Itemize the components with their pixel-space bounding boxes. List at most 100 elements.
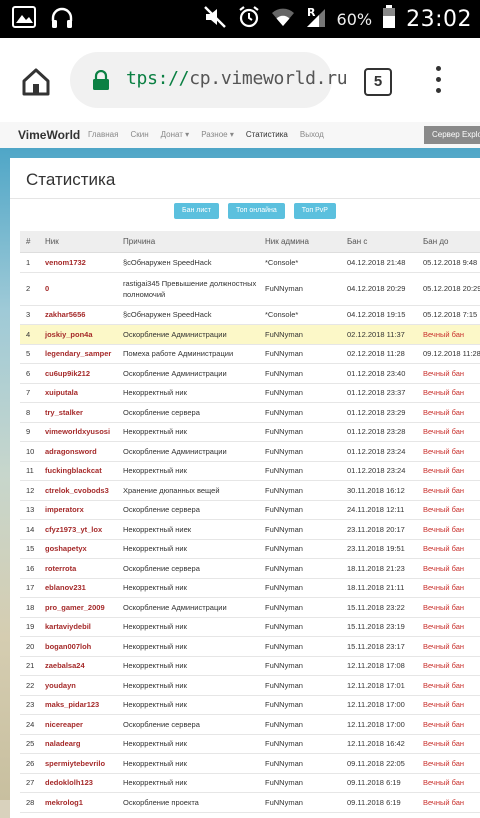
col-header-ban-from[interactable]: Бан с — [341, 231, 417, 253]
cell-ban-from: 02.12.2018 11:37 — [341, 324, 417, 345]
table-row: 23 maks_pidar123 Некорректный ник FuNNyman 1… — [20, 695, 480, 715]
cell-admin: FuNNyman — [259, 578, 341, 598]
cell-nick[interactable]: roterrota — [39, 558, 117, 579]
cell-nick[interactable]: mekrolog1 — [39, 792, 117, 813]
cell-nick[interactable]: fuckingblackcat — [39, 461, 117, 481]
table-row: 3 zakhar5656 §cОбнаружен SpeedHack *Console… — [20, 305, 480, 325]
cell-reason: Некорректный ник — [117, 695, 259, 715]
cell-ban-from: 02.12.2018 11:28 — [341, 344, 417, 364]
cell-nick[interactable]: zaebalsa24 — [39, 656, 117, 676]
cell-nick[interactable]: spermiytebevrilo — [39, 753, 117, 774]
col-header-ban-to[interactable]: Бан до — [417, 231, 480, 253]
overflow-menu-button[interactable] — [430, 66, 446, 96]
top-online-button[interactable]: Топ онлайна — [228, 203, 285, 219]
table-row: 26 spermiytebevrilo Некорректный ник FuNNym… — [20, 753, 480, 774]
cell-nick[interactable]: zakhar5656 — [39, 305, 117, 325]
cell-nick[interactable]: xuiputala — [39, 383, 117, 403]
cell-ban-to: Вечный бан — [417, 461, 480, 481]
tab-switcher-button[interactable]: 5 — [364, 68, 392, 96]
ban-list-button[interactable]: Бан лист — [174, 203, 219, 219]
cell-ban-to: Вечный бан — [417, 753, 480, 774]
nav-donate[interactable]: Донат ▾ — [161, 130, 190, 139]
cell-ban-from: 01.12.2018 23:37 — [341, 383, 417, 403]
cell-ban-from: 01.12.2018 23:29 — [341, 402, 417, 423]
cell-nick[interactable]: nicereaper — [39, 714, 117, 735]
cell-nick[interactable]: kartaviydebil — [39, 617, 117, 637]
col-header-reason[interactable]: Причина — [117, 231, 259, 253]
cell-admin: FuNNyman — [259, 383, 341, 403]
cell-nick[interactable]: imperatorx — [39, 500, 117, 520]
col-header-nick[interactable]: Ник — [39, 231, 117, 253]
cell-admin: FuNNyman — [259, 441, 341, 462]
cell-ban-to: Вечный бан — [417, 558, 480, 579]
cell-reason: rastigai345 Превышение должностных полно… — [117, 272, 259, 306]
cell-number: 6 — [20, 363, 39, 384]
cell-nick[interactable]: bogan007loh — [39, 636, 117, 657]
cell-nick[interactable]: cu6up9ik212 — [39, 363, 117, 384]
cell-reason: Оскорбление проекта — [117, 792, 259, 813]
cell-nick[interactable]: naladearg — [39, 734, 117, 754]
cell-number: 10 — [20, 441, 39, 462]
cell-nick[interactable]: maks_pidar123 — [39, 695, 117, 715]
col-header-admin[interactable]: Ник админа — [259, 231, 341, 253]
cell-number: 17 — [20, 578, 39, 598]
cell-nick[interactable]: ctrelok_cvobods3 — [39, 480, 117, 501]
col-header-num[interactable]: # — [20, 231, 39, 253]
cell-ban-to: 05.12.2018 9:48 — [417, 252, 480, 273]
server-select-button[interactable]: Сервер Explorer — [424, 126, 480, 144]
cell-reason: Помеха работе Администрации — [117, 344, 259, 364]
cell-ban-from: 18.11.2018 21:11 — [341, 578, 417, 598]
cell-nick[interactable]: eblanov231 — [39, 578, 117, 598]
cell-reason: Некорректный ник — [117, 734, 259, 754]
brand-logo[interactable]: VimeWorld — [18, 128, 80, 142]
cell-ban-from: 09.11.2018 22:05 — [341, 753, 417, 774]
nav-misc[interactable]: Разное ▾ — [201, 130, 234, 139]
cell-nick[interactable]: venom1732 — [39, 252, 117, 273]
nav-home[interactable]: Главная — [88, 130, 118, 139]
cell-number: 16 — [20, 558, 39, 579]
cell-admin: *Console* — [259, 305, 341, 325]
cell-admin: FuNNyman — [259, 272, 341, 306]
cell-ban-to: Вечный бан — [417, 773, 480, 793]
battery-icon — [382, 5, 396, 33]
cell-admin: FuNNyman — [259, 422, 341, 442]
cell-nick[interactable]: goshapetyx — [39, 539, 117, 559]
cell-number: 8 — [20, 402, 39, 423]
cell-ban-to: Вечный бан — [417, 480, 480, 501]
home-button[interactable] — [20, 66, 52, 98]
cell-ban-to: Вечный бан — [417, 422, 480, 442]
cell-nick[interactable]: 0 — [39, 272, 117, 306]
cell-nick[interactable]: vimeworldxyusosi — [39, 422, 117, 442]
nav-logout[interactable]: Выход — [300, 130, 324, 139]
cell-nick[interactable]: legendary_samper — [39, 344, 117, 364]
cell-ban-from: 12.11.2018 17:01 — [341, 675, 417, 696]
cell-ban-from: 01.12.2018 23:24 — [341, 461, 417, 481]
divider — [10, 198, 480, 199]
cell-nick[interactable]: dedoklolh123 — [39, 773, 117, 793]
table-row: 20 bogan007loh Некорректный ник FuNNyman 15.… — [20, 636, 480, 657]
cell-reason: Некорректный ник — [117, 773, 259, 793]
cell-nick[interactable]: pro_gamer_2009 — [39, 597, 117, 618]
url-text[interactable]: tps://cp.vimeworld.ru — [126, 68, 348, 89]
nav-skin[interactable]: Скин — [130, 130, 148, 139]
cell-ban-to: Вечный бан — [417, 714, 480, 735]
cell-number: 20 — [20, 636, 39, 657]
cell-nick[interactable]: cfyz1973_yt_lox — [39, 519, 117, 540]
site-navbar: VimeWorld Главная Скин Донат ▾ Разное ▾ … — [0, 122, 480, 149]
cell-number: 26 — [20, 753, 39, 774]
cell-nick[interactable]: youdayn — [39, 675, 117, 696]
cell-nick[interactable]: joskiy_pon4a — [39, 324, 117, 345]
address-bar[interactable]: tps://cp.vimeworld.ru — [70, 52, 348, 108]
cell-ban-from: 09.11.2018 6:19 — [341, 792, 417, 813]
nav-statistics[interactable]: Статистика — [246, 130, 288, 139]
table-row: 15 goshapetyx Некорректный ник FuNNyman 23.1… — [20, 539, 480, 559]
cell-number: 1 — [20, 252, 39, 273]
cell-ban-from: 18.11.2018 21:23 — [341, 558, 417, 579]
cell-nick[interactable]: adragonsword — [39, 441, 117, 462]
cell-reason: Некорректный ник — [117, 422, 259, 442]
cell-ban-from: 12.11.2018 16:42 — [341, 734, 417, 754]
cell-nick[interactable]: try_stalker — [39, 402, 117, 423]
cell-ban-to: Вечный бан — [417, 519, 480, 540]
top-pvp-button[interactable]: Топ PvP — [293, 203, 336, 219]
cell-admin: FuNNyman — [259, 461, 341, 481]
